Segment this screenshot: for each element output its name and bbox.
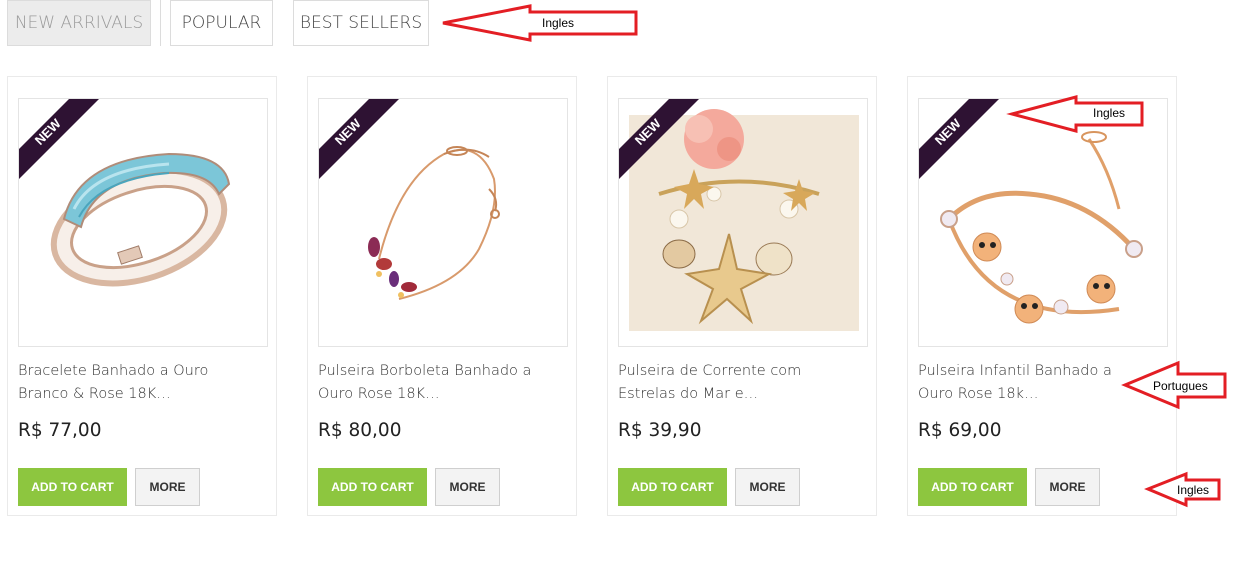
product-card: NEW Pulseira Borboleta Banhado a Ouro Ro… <box>307 76 577 516</box>
product-title-line[interactable]: Branco & Rose 18K… <box>18 383 233 406</box>
tab-divider <box>160 0 161 46</box>
turquoise-bangle-image <box>50 152 231 287</box>
add-to-cart-button[interactable]: ADD TO CART <box>918 468 1027 506</box>
butterfly-chain-bracelet-image <box>368 146 500 300</box>
product-image-link[interactable]: NEW <box>318 98 568 347</box>
product-card: NEW Bracelete Banhado a Ouro Branco & Ro… <box>7 76 277 516</box>
annotation-arrow-icon <box>442 4 638 42</box>
product-title-line[interactable]: Bracelete Banhado a Ouro <box>18 360 233 383</box>
add-to-cart-button[interactable]: ADD TO CART <box>618 468 727 506</box>
product-title[interactable]: Pulseira Infantil Banhado a Ouro Rose 18… <box>918 360 1133 406</box>
product-title[interactable]: Bracelete Banhado a Ouro Branco & Rose 1… <box>18 360 233 406</box>
octopus-charm-bracelet-image <box>940 131 1143 324</box>
product-title[interactable]: Pulseira de Corrente com Estrelas do Mar… <box>618 360 833 406</box>
tab-best-sellers[interactable]: BEST SELLERS <box>293 0 429 46</box>
annotation-label: Portugues <box>1153 379 1208 393</box>
product-title-line[interactable]: Pulseira de Corrente com <box>618 360 833 383</box>
more-button[interactable]: MORE <box>735 468 800 506</box>
more-button[interactable]: MORE <box>435 468 500 506</box>
annotation-label: Ingles <box>1177 483 1210 497</box>
product-title-line[interactable]: Pulseira Infantil Banhado a <box>918 360 1133 383</box>
product-price: R$ 69,00 <box>918 420 1002 441</box>
product-title-line[interactable]: Estrelas do Mar e… <box>618 383 833 406</box>
product-image-link[interactable]: NEW <box>18 98 268 347</box>
product-image-link[interactable]: NEW <box>918 98 1168 347</box>
add-to-cart-button[interactable]: ADD TO CART <box>18 468 127 506</box>
tab-popular[interactable]: POPULAR <box>170 0 273 46</box>
product-image-link[interactable]: NEW <box>618 98 868 347</box>
starfish-charm-bracelet-image <box>629 109 859 331</box>
more-button[interactable]: MORE <box>1035 468 1100 506</box>
product-price: R$ 80,00 <box>318 420 402 441</box>
product-price: R$ 39,90 <box>618 420 702 441</box>
annotation-label: Ingles <box>542 16 575 30</box>
product-card: NEW Pulseira de Corrente com Estrelas do… <box>607 76 877 516</box>
product-title-line[interactable]: Ouro Rose 18K… <box>318 383 533 406</box>
more-button[interactable]: MORE <box>135 468 200 506</box>
tab-new-arrivals[interactable]: NEW ARRIVALS <box>7 0 151 46</box>
product-title-line[interactable]: Ouro Rose 18k… <box>918 383 1133 406</box>
product-tabs: NEW ARRIVALS POPULAR BEST SELLERS <box>7 0 429 46</box>
product-card: NEW Pulseira Infantil Banhado a Ouro Ros… <box>907 76 1177 516</box>
product-title-line[interactable]: Pulseira Borboleta Banhado a <box>318 360 533 383</box>
add-to-cart-button[interactable]: ADD TO CART <box>318 468 427 506</box>
annotation-label: Ingles <box>1093 106 1126 120</box>
product-title[interactable]: Pulseira Borboleta Banhado a Ouro Rose 1… <box>318 360 533 406</box>
product-price: R$ 77,00 <box>18 420 102 441</box>
